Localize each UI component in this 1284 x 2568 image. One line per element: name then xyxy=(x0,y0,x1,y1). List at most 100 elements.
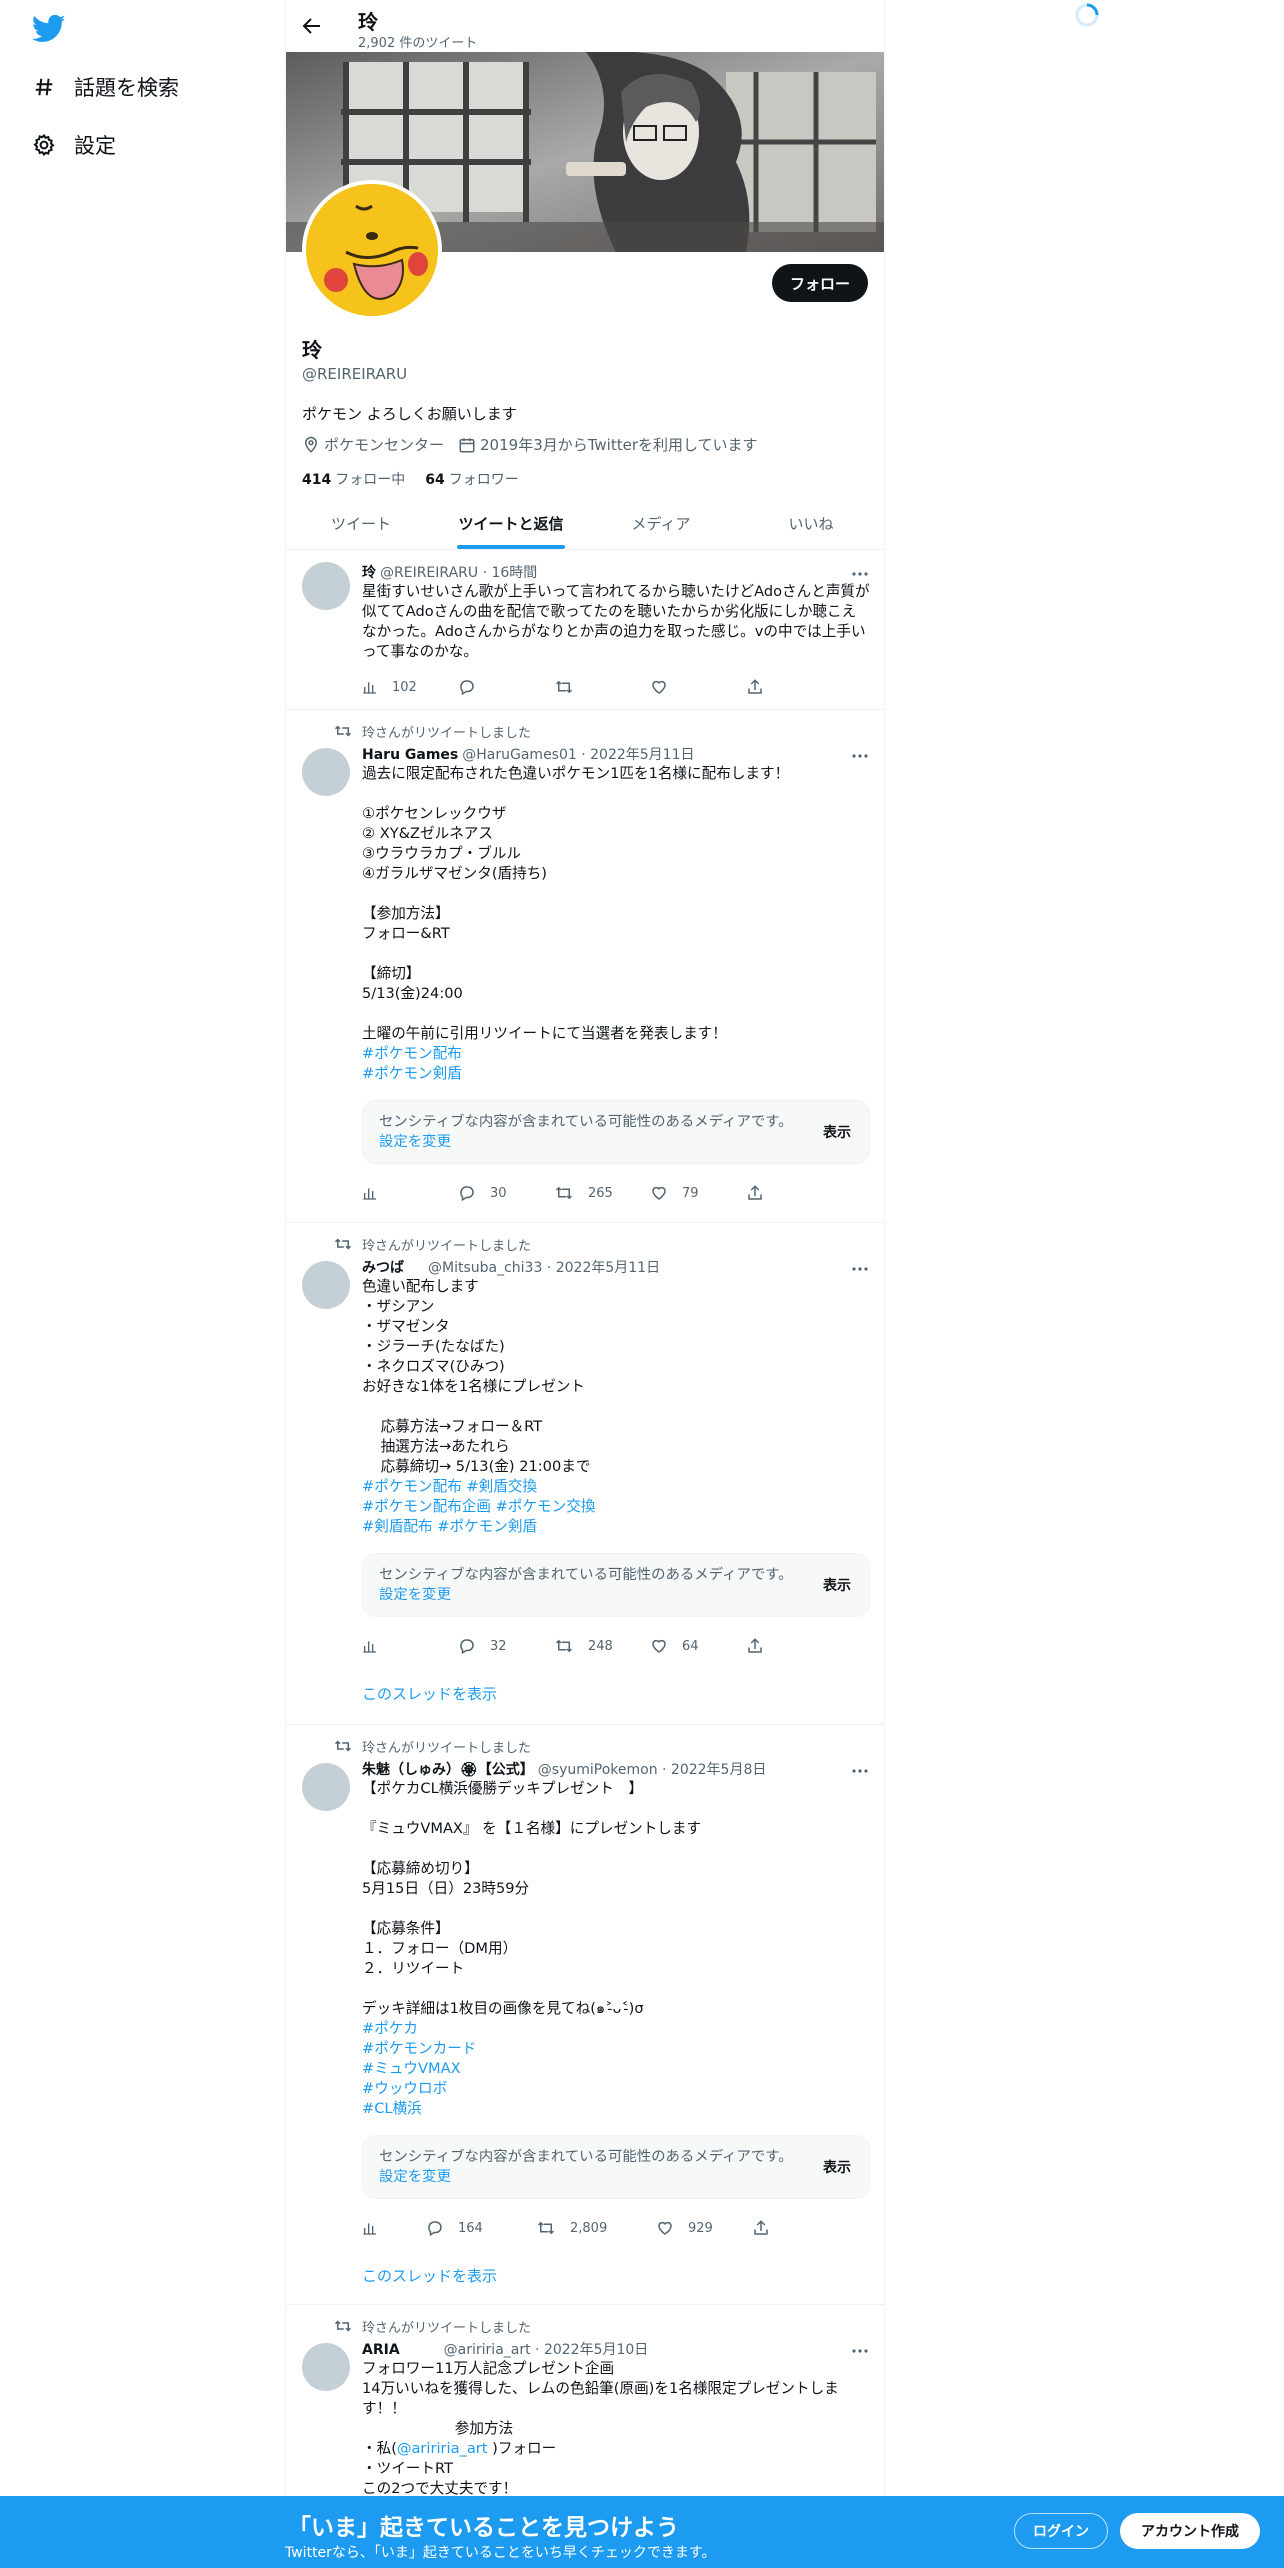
tweet-avatar[interactable] xyxy=(302,1763,350,1811)
nav-settings[interactable]: 設定 xyxy=(32,125,116,165)
like-button[interactable]: 929 xyxy=(656,2219,752,2237)
hashtag-links[interactable]: #ポケカ #ポケモンカード #ミュウVMAX #ウッウロボ #CL横浜 xyxy=(362,2020,476,2117)
share-button[interactable] xyxy=(746,1184,842,1202)
retweet-button[interactable]: 248 xyxy=(554,1637,650,1655)
change-settings-link[interactable]: 設定を変更 xyxy=(379,1134,451,1150)
show-media-button[interactable]: 表示 xyxy=(823,1122,851,1142)
tab-media[interactable]: メディア xyxy=(586,497,736,549)
tweet-avatar[interactable] xyxy=(302,1261,350,1309)
profile-avatar[interactable] xyxy=(302,180,442,320)
following-count: 414 xyxy=(302,472,332,488)
views-count: 102 xyxy=(392,679,417,695)
profile-column: 玲 2,902 件のツイート フォロー 玲 @REIREIRARU ポケモン よ… xyxy=(285,0,885,2568)
views-button[interactable] xyxy=(362,1185,458,1201)
tweet-text-body: 色違い配布します ・ザシアン ・ザマゼンタ ・ジラーチ(たなばた) ・ネクロズマ… xyxy=(362,1278,591,1475)
more-icon[interactable] xyxy=(850,1259,870,1279)
show-thread-link[interactable]: このスレッドを表示 xyxy=(362,1683,870,1704)
retweet-icon xyxy=(555,1186,573,1200)
tweet-actions: 32 248 64 xyxy=(362,1635,870,1657)
tab-tweets[interactable]: ツイート xyxy=(286,497,436,549)
show-thread-link[interactable]: このスレッドを表示 xyxy=(362,2265,870,2286)
like-button[interactable]: 79 xyxy=(650,1184,746,1202)
followers-link[interactable]: 64 フォロワー xyxy=(425,469,518,489)
heart-icon xyxy=(658,2221,672,2235)
share-icon xyxy=(748,1185,762,1200)
reply-button[interactable]: 30 xyxy=(458,1184,554,1202)
tab-tweets-and-replies[interactable]: ツイートと返信 xyxy=(436,497,586,549)
tab-likes[interactable]: いいね xyxy=(736,497,884,549)
retweet-icon xyxy=(555,1639,573,1653)
tweet-actions: 164 2,809 929 xyxy=(362,2217,870,2239)
share-button[interactable] xyxy=(746,1637,842,1655)
more-icon[interactable] xyxy=(850,746,870,766)
hashtag-links[interactable]: #ポケモン配布 #剣盾交換 #ポケモン配布企画 #ポケモン交換 #剣盾配布 #ポ… xyxy=(362,1478,595,1535)
tweet-avatar[interactable] xyxy=(302,748,350,796)
tweet-author-name[interactable]: ARIA xyxy=(362,2342,400,2358)
tweet-author-name[interactable]: Haru Games xyxy=(362,747,458,763)
retweet-indicator-text: 玲さんがリツイートしました xyxy=(362,1740,532,1756)
tweet[interactable]: 玲さんがリツイートしました みつば @Mitsuba_chi33 · 2022年… xyxy=(286,1223,884,1725)
like-count: 79 xyxy=(682,1185,699,1201)
share-button[interactable] xyxy=(752,2219,848,2237)
tweet-author-name[interactable]: 朱魅（しゅみ）🏵【公式】 xyxy=(362,1759,534,1779)
reply-button[interactable]: 32 xyxy=(458,1637,554,1655)
sensitive-message: センシティブな内容が含まれている可能性のあるメディアです。 xyxy=(379,2149,793,2165)
tweet-author-name[interactable]: 玲 xyxy=(362,562,376,582)
twitter-logo-icon[interactable] xyxy=(32,14,66,44)
retweet-button[interactable]: 265 xyxy=(554,1184,650,1202)
retweet-small-icon xyxy=(334,2320,352,2332)
views-button[interactable]: 102 xyxy=(362,679,458,695)
hashtag-links[interactable]: #ポケモン配布 #ポケモン剣盾 xyxy=(362,1045,462,1082)
reply-count: 164 xyxy=(458,2220,483,2236)
retweet-indicator: 玲さんがリツイートしました xyxy=(334,722,870,741)
reply-button[interactable]: 164 xyxy=(426,2219,536,2237)
sensitive-text: センシティブな内容が含まれている可能性のあるメディアです。設定を変更 xyxy=(379,1565,799,1605)
tweet[interactable]: 玲さんがリツイートしました 朱魅（しゅみ）🏵【公式】 @syumiPokemon… xyxy=(286,1725,884,2305)
mention-link[interactable]: @aririria_art xyxy=(397,2440,488,2457)
retweet-indicator: 玲さんがリツイートしました xyxy=(334,1235,870,1254)
tweet-list: 玲 @REIREIRARU · 16時間 星街すいせいさん歌が上手いって言われて… xyxy=(286,550,884,2505)
tweet[interactable]: 玲さんがリツイートしました Haru Games @HaruGames01 · … xyxy=(286,710,884,1223)
tweet-author-handle[interactable]: @syumiPokemon · 2022年5月8日 xyxy=(538,1759,767,1779)
sensitive-message: センシティブな内容が含まれている可能性のあるメディアです。 xyxy=(379,1114,793,1130)
tweet[interactable]: 玲さんがリツイートしました ARIA @aririria_art · 2022年… xyxy=(286,2305,884,2505)
share-button[interactable] xyxy=(746,678,842,696)
nav-explore[interactable]: 話題を検索 xyxy=(32,67,179,107)
avatar-image xyxy=(306,184,438,316)
follow-button[interactable]: フォロー xyxy=(771,264,868,302)
tweet-avatar[interactable] xyxy=(302,2343,350,2391)
retweet-indicator-text: 玲さんがリツイートしました xyxy=(362,725,532,741)
like-button[interactable] xyxy=(650,678,746,696)
signup-button[interactable]: アカウント作成 xyxy=(1120,2513,1260,2549)
views-button[interactable] xyxy=(362,2220,426,2236)
change-settings-link[interactable]: 設定を変更 xyxy=(379,2169,451,2185)
change-settings-link[interactable]: 設定を変更 xyxy=(379,1587,451,1603)
share-icon xyxy=(754,2220,768,2235)
back-arrow-icon[interactable] xyxy=(300,14,324,38)
following-link[interactable]: 414 フォロー中 xyxy=(302,469,405,489)
gear-icon xyxy=(32,133,56,157)
sensitive-media-warning: センシティブな内容が含まれている可能性のあるメディアです。設定を変更 表示 xyxy=(362,2135,870,2199)
more-icon[interactable] xyxy=(850,564,870,584)
like-button[interactable]: 64 xyxy=(650,1637,746,1655)
views-button[interactable] xyxy=(362,1638,458,1654)
reply-button[interactable] xyxy=(458,678,554,696)
show-media-button[interactable]: 表示 xyxy=(823,1575,851,1595)
tweet-header: Haru Games @HaruGames01 · 2022年5月11日 xyxy=(362,744,870,764)
tweet-author-handle[interactable]: @REIREIRARU · 16時間 xyxy=(380,562,537,582)
tweet-author-handle[interactable]: @aririria_art · 2022年5月10日 xyxy=(444,2339,649,2359)
tweet-avatar[interactable] xyxy=(302,562,350,610)
tweet-author-handle[interactable]: @Mitsuba_chi33 · 2022年5月11日 xyxy=(428,1257,660,1277)
tweet-author-name[interactable]: みつば xyxy=(362,1257,404,1277)
login-button[interactable]: ログイン xyxy=(1014,2513,1108,2549)
tweet[interactable]: 玲 @REIREIRARU · 16時間 星街すいせいさん歌が上手いって言われて… xyxy=(286,550,884,710)
more-icon[interactable] xyxy=(850,2341,870,2361)
more-icon[interactable] xyxy=(850,1761,870,1781)
retweet-small-icon xyxy=(334,1238,352,1250)
profile-joined-text: 2019年3月からTwitterを利用しています xyxy=(480,436,758,454)
retweet-button[interactable] xyxy=(554,678,650,696)
retweet-button[interactable]: 2,809 xyxy=(536,2219,656,2237)
tweet-author-handle[interactable]: @HaruGames01 · 2022年5月11日 xyxy=(462,744,694,764)
sensitive-media-warning: センシティブな内容が含まれている可能性のあるメディアです。設定を変更 表示 xyxy=(362,1100,870,1164)
show-media-button[interactable]: 表示 xyxy=(823,2157,851,2177)
